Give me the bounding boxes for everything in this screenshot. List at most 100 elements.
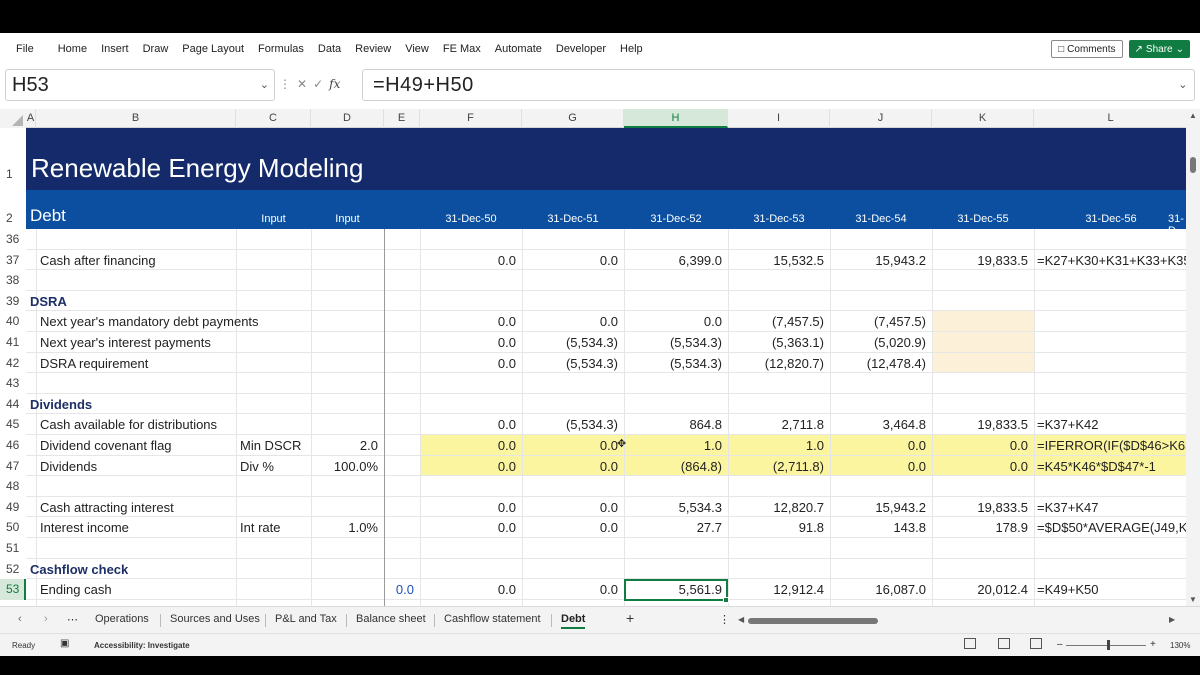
selected-cell-h53[interactable]: [624, 579, 728, 601]
value-cell-g[interactable]: 0.0: [522, 582, 618, 597]
param-label[interactable]: Int rate: [240, 520, 280, 535]
scroll-down-icon[interactable]: ▼: [1189, 595, 1197, 604]
value-cell-k[interactable]: 0.0: [932, 459, 1028, 474]
zoom-slider-knob[interactable]: [1107, 640, 1110, 650]
value-cell-i[interactable]: (2,711.8): [728, 459, 824, 474]
value-cell-i[interactable]: 15,532.5: [728, 253, 824, 268]
formula-text-cell[interactable]: =K27+K30+K31+K33+K35: [1037, 253, 1188, 268]
column-header-c[interactable]: C: [236, 109, 311, 128]
zoom-slider[interactable]: [1066, 645, 1146, 646]
menu-fe-max[interactable]: FE Max: [436, 43, 488, 55]
value-cell-j[interactable]: 15,943.2: [830, 253, 926, 268]
next-sheet-icon[interactable]: ›: [44, 613, 48, 625]
value-cell-g[interactable]: 0.0: [522, 500, 618, 515]
sheet-tab-operations[interactable]: Operations: [95, 613, 149, 625]
page-break-view-icon[interactable]: [1030, 638, 1042, 649]
menu-draw[interactable]: Draw: [136, 43, 176, 55]
row-header-1[interactable]: 1: [0, 167, 26, 181]
add-sheet-icon[interactable]: +: [626, 610, 634, 626]
value-cell-g[interactable]: (5,534.3): [522, 417, 618, 432]
row-label[interactable]: Ending cash: [40, 582, 112, 597]
row-header-52[interactable]: 52: [0, 559, 26, 580]
value-cell-h[interactable]: 0.0: [624, 314, 722, 329]
value-cell-j[interactable]: (12,478.4): [830, 356, 926, 371]
row-header-41[interactable]: 41: [0, 332, 26, 353]
cancel-icon[interactable]: ✕: [297, 77, 307, 91]
row-label[interactable]: Cash attracting interest: [40, 500, 174, 515]
comments-button[interactable]: □ Comments: [1051, 40, 1123, 58]
row-header-47[interactable]: 47: [0, 456, 26, 477]
row-header-37[interactable]: 37: [0, 250, 26, 271]
value-cell-f[interactable]: 0.0: [420, 253, 516, 268]
zoom-in-icon[interactable]: +: [1150, 639, 1156, 650]
value-cell-k[interactable]: 20,012.4: [932, 582, 1028, 597]
column-header-b[interactable]: B: [36, 109, 236, 128]
menu-file[interactable]: File: [0, 43, 51, 55]
column-header-f[interactable]: F: [420, 109, 522, 128]
value-cell-f[interactable]: 0.0: [420, 582, 516, 597]
value-cell-j[interactable]: 15,943.2: [830, 500, 926, 515]
zoom-level[interactable]: 130%: [1170, 641, 1190, 650]
insert-function-icon[interactable]: fx: [329, 77, 340, 91]
select-all-corner[interactable]: [0, 109, 26, 128]
value-cell-i[interactable]: 12,820.7: [728, 500, 824, 515]
horizontal-scroll-thumb[interactable]: [748, 618, 878, 624]
menu-page-layout[interactable]: Page Layout: [175, 43, 251, 55]
param-value[interactable]: 2.0: [311, 438, 378, 453]
param-label[interactable]: Div %: [240, 459, 274, 474]
check-value[interactable]: 0.0: [384, 582, 414, 597]
param-value[interactable]: 1.0%: [311, 520, 378, 535]
row-header-40[interactable]: 40: [0, 311, 26, 332]
formula-text-cell[interactable]: =K49+K50: [1037, 582, 1188, 597]
value-cell-f[interactable]: 0.0: [420, 520, 516, 535]
sheet-tab-cashflow-statement[interactable]: Cashflow statement: [444, 613, 541, 625]
row-label[interactable]: Next year's interest payments: [40, 335, 211, 350]
param-label[interactable]: Min DSCR: [240, 438, 301, 453]
value-cell-i[interactable]: 12,912.4: [728, 582, 824, 597]
value-cell-k[interactable]: 0.0: [932, 438, 1028, 453]
column-header-d[interactable]: D: [311, 109, 384, 128]
column-header-e[interactable]: E: [384, 109, 420, 128]
column-header-k[interactable]: K: [932, 109, 1034, 128]
enter-icon[interactable]: ✓: [313, 77, 323, 91]
more-icon[interactable]: ⋮: [279, 77, 291, 91]
sheet-tab-balance-sheet[interactable]: Balance sheet: [356, 613, 426, 625]
spreadsheet-grid[interactable]: ABCDEFGHIJKL 1 2 Renewable Energy Modeling…: [0, 109, 1200, 606]
value-cell-h[interactable]: 1.0: [624, 438, 722, 453]
formula-input[interactable]: =H49+H50 ⌄: [362, 69, 1195, 101]
formula-text-cell[interactable]: =$D$50*AVERAGE(J49,K: [1037, 520, 1188, 535]
scroll-up-icon[interactable]: ▲: [1189, 111, 1197, 120]
value-cell-i[interactable]: 2,711.8: [728, 417, 824, 432]
column-header-g[interactable]: G: [522, 109, 624, 128]
value-cell-h[interactable]: (864.8): [624, 459, 722, 474]
value-cell-h[interactable]: 5,534.3: [624, 500, 722, 515]
column-header-i[interactable]: I: [728, 109, 830, 128]
row-header-45[interactable]: 45: [0, 414, 26, 435]
row-label[interactable]: Cash after financing: [40, 253, 156, 268]
value-cell-g[interactable]: (5,534.3): [522, 335, 618, 350]
tabs-options-icon[interactable]: ⋮: [719, 613, 730, 626]
row-header-50[interactable]: 50: [0, 517, 26, 538]
value-cell-j[interactable]: (7,457.5): [830, 314, 926, 329]
row-header-51[interactable]: 51: [0, 538, 26, 559]
menu-data[interactable]: Data: [311, 43, 348, 55]
row-header-49[interactable]: 49: [0, 497, 26, 518]
value-cell-k[interactable]: 19,833.5: [932, 500, 1028, 515]
formula-text-cell[interactable]: =K37+K42: [1037, 417, 1188, 432]
value-cell-i[interactable]: 1.0: [728, 438, 824, 453]
value-cell-i[interactable]: (5,363.1): [728, 335, 824, 350]
zoom-out-icon[interactable]: –: [1057, 639, 1063, 650]
expand-formula-icon[interactable]: ⌄: [1178, 78, 1188, 91]
fill-handle[interactable]: [723, 596, 729, 603]
value-cell-j[interactable]: 3,464.8: [830, 417, 926, 432]
sheet-tab-debt[interactable]: Debt: [561, 613, 586, 629]
value-cell-f[interactable]: 0.0: [420, 314, 516, 329]
menu-insert[interactable]: Insert: [94, 43, 136, 55]
menu-view[interactable]: View: [398, 43, 436, 55]
value-cell-g[interactable]: 0.0: [522, 520, 618, 535]
chevron-down-icon[interactable]: ⌄: [260, 78, 269, 91]
scroll-left-icon[interactable]: ◀: [738, 615, 744, 624]
row-header-39[interactable]: 39: [0, 291, 26, 312]
menu-review[interactable]: Review: [348, 43, 398, 55]
row-label[interactable]: Interest income: [40, 520, 129, 535]
